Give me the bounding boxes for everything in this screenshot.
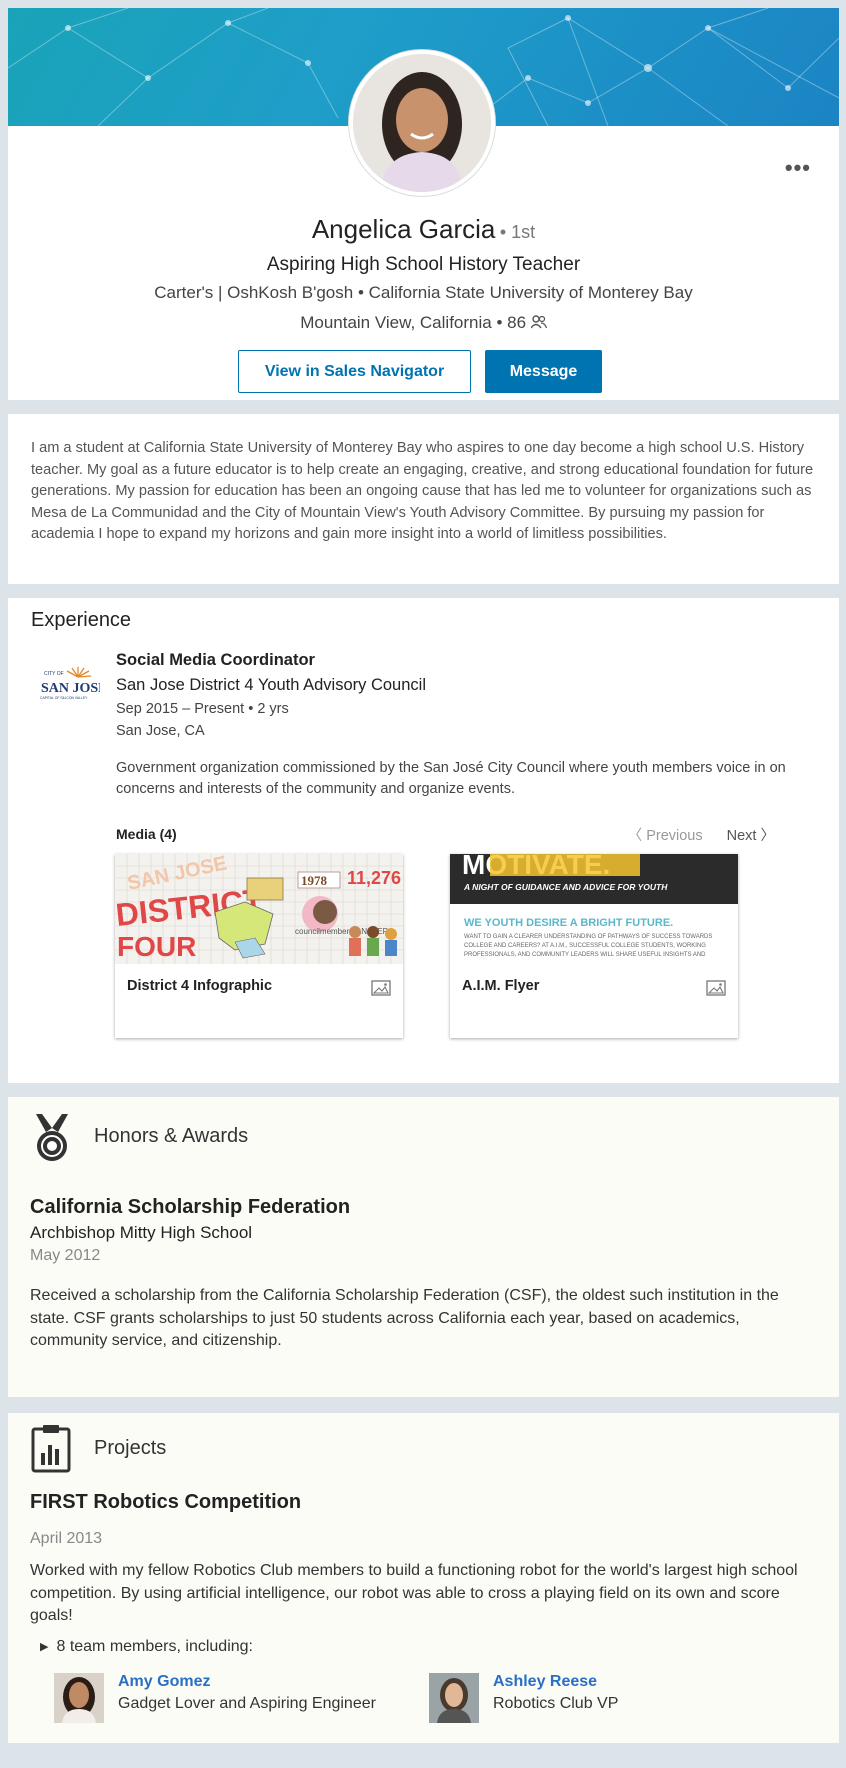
san-jose-logo[interactable]: CITY OF SAN JOSE CAPITAL OF SILICON VALL… — [38, 663, 100, 705]
more-options-button[interactable]: ••• — [785, 157, 811, 179]
profile-location: Mountain View, California — [300, 313, 492, 332]
experience-entry: Social Media Coordinator San Jose Distri… — [116, 648, 796, 800]
profile-page: ••• Angelica Garcia • 1st Aspiring High … — [8, 8, 839, 1743]
separator: • — [357, 283, 364, 302]
thumb-text-year: 1978 — [301, 873, 328, 888]
honor-description: Received a scholarship from the Californ… — [30, 1287, 779, 1349]
team-toggle-label: 8 team members, including: — [56, 1638, 253, 1655]
position-company[interactable]: San Jose District 4 Youth Advisory Counc… — [116, 672, 796, 698]
next-label: Next — [726, 828, 757, 844]
education-link[interactable]: California State University of Monterey … — [369, 283, 693, 302]
thumb-text-four: FOUR — [117, 931, 196, 962]
date-range: Sep 2015 – Present — [116, 701, 245, 717]
profile-headline: Aspiring High School History Teacher — [266, 254, 581, 275]
honor-date: May 2012 — [30, 1247, 101, 1264]
honors-section-title: Honors & Awards — [94, 1125, 249, 1147]
position-title[interactable]: Social Media Coordinator — [116, 648, 796, 672]
clipboard-chart-icon — [31, 1425, 71, 1473]
media-title: District 4 Infographic — [127, 978, 273, 994]
position-description: Government organization commissioned by … — [116, 760, 786, 797]
honors-awards-section: Honors & Awards California Scholarship F… — [8, 1097, 839, 1397]
medal-icon — [36, 1114, 68, 1161]
logo-text-sub: CAPITAL OF SILICON VALLEY — [40, 696, 88, 700]
member-photo — [54, 1673, 104, 1723]
projects-section: Projects FIRST Robotics Competition Apri… — [8, 1413, 839, 1743]
member-role: Robotics Club VP — [493, 1695, 619, 1712]
thumb-text-stat: 11,276 — [347, 868, 401, 888]
media-title: A.I.M. Flyer — [462, 978, 540, 994]
location-line: Mountain View, California • 86 — [8, 313, 839, 333]
connections-icon — [530, 315, 547, 329]
flyer-body-line-2: COLLEGE AND CAREERS? AT A.I.M., SUCCESSF… — [464, 943, 706, 949]
chevron-right-icon: 〉 — [756, 828, 775, 844]
connections-count[interactable]: • 86 — [496, 313, 526, 332]
duration: • 2 yrs — [248, 701, 289, 717]
experience-section-title: Experience — [31, 609, 132, 631]
name-line: Angelica Garcia • 1st — [8, 214, 839, 245]
chevron-left-icon: 〈 — [627, 828, 647, 844]
media-thumbnail: MOTIVATE. A NIGHT OF GUIDANCE AND ADVICE… — [450, 854, 738, 964]
member-name-link[interactable]: Amy Gomez — [118, 1673, 210, 1691]
member-photo — [429, 1673, 479, 1723]
flyer-subbanner: A NIGHT OF GUIDANCE AND ADVICE FOR YOUTH — [463, 882, 668, 892]
position-location: San Jose, CA — [116, 723, 205, 739]
triangle-right-icon: ▶ — [40, 1641, 49, 1653]
previous-label: Previous — [646, 828, 703, 844]
media-label: Media (4) — [116, 826, 177, 842]
next-button[interactable]: Next 〉 — [727, 828, 775, 844]
project-date: April 2013 — [30, 1530, 103, 1547]
profile-avatar[interactable] — [349, 50, 495, 196]
message-button[interactable]: Message — [485, 350, 602, 393]
view-in-sales-navigator-button[interactable]: View in Sales Navigator — [238, 350, 471, 393]
image-icon — [706, 980, 726, 996]
flyer-thumbnail: MOTIVATE. A NIGHT OF GUIDANCE AND ADVICE… — [450, 854, 738, 964]
honor-title: California Scholarship Federation — [30, 1196, 351, 1218]
previous-button[interactable]: 〈 Previous — [628, 828, 703, 844]
summary-text: I am a student at California State Unive… — [31, 440, 814, 542]
logo-text-main: SAN JOSE — [41, 681, 100, 696]
profile-name: Angelica Garcia — [311, 214, 496, 244]
experience-section: Experience CITY OF SAN JOSE CAPITAL OF S… — [8, 598, 839, 1083]
media-pager: 〈 Previous Next 〉 — [628, 824, 775, 845]
infographic-thumbnail: SAN JOSE DISTRICT FOUR 1978 11,276 counc… — [115, 854, 403, 964]
project-title: FIRST Robotics Competition — [30, 1491, 302, 1513]
media-thumbnail: SAN JOSE DISTRICT FOUR 1978 11,276 counc… — [115, 854, 403, 964]
media-card-aim-flyer[interactable]: MOTIVATE. A NIGHT OF GUIDANCE AND ADVICE… — [450, 854, 738, 1038]
honor-issuer: Archbishop Mitty High School — [30, 1223, 253, 1242]
flyer-headline: WE YOUTH DESIRE A BRIGHT FUTURE. — [464, 917, 673, 929]
flyer-body-line-3: PROFESSIONALS, AND COMMUNITY LEADERS WIL… — [464, 952, 706, 958]
person-photo — [353, 54, 491, 192]
company-education-line: Carter's | OshKosh B'gosh • California S… — [8, 283, 839, 303]
current-company-link[interactable]: Carter's | OshKosh B'gosh — [154, 283, 353, 302]
position-dates: Sep 2015 – Present • 2 yrs — [116, 698, 796, 720]
summary-section: I am a student at California State Unive… — [8, 414, 839, 584]
member-avatar[interactable] — [429, 1673, 479, 1723]
member-name-link[interactable]: Ashley Reese — [493, 1673, 597, 1691]
projects-section-title: Projects — [94, 1437, 167, 1459]
project-description: Worked with my fellow Robotics Club memb… — [30, 1562, 798, 1624]
media-card-district4[interactable]: SAN JOSE DISTRICT FOUR 1978 11,276 counc… — [115, 854, 403, 1038]
team-members-toggle[interactable]: ▶ 8 team members, including: — [40, 1638, 253, 1656]
profile-top-card: ••• Angelica Garcia • 1st Aspiring High … — [8, 8, 839, 400]
logo-text-top: CITY OF — [44, 671, 64, 677]
image-icon — [371, 980, 391, 996]
flyer-body-line-1: WANT TO GAIN A CLEARER UNDERSTANDING OF … — [464, 934, 712, 940]
connection-degree: • 1st — [499, 222, 536, 242]
member-role: Gadget Lover and Aspiring Engineer — [118, 1695, 376, 1712]
member-avatar[interactable] — [54, 1673, 104, 1723]
